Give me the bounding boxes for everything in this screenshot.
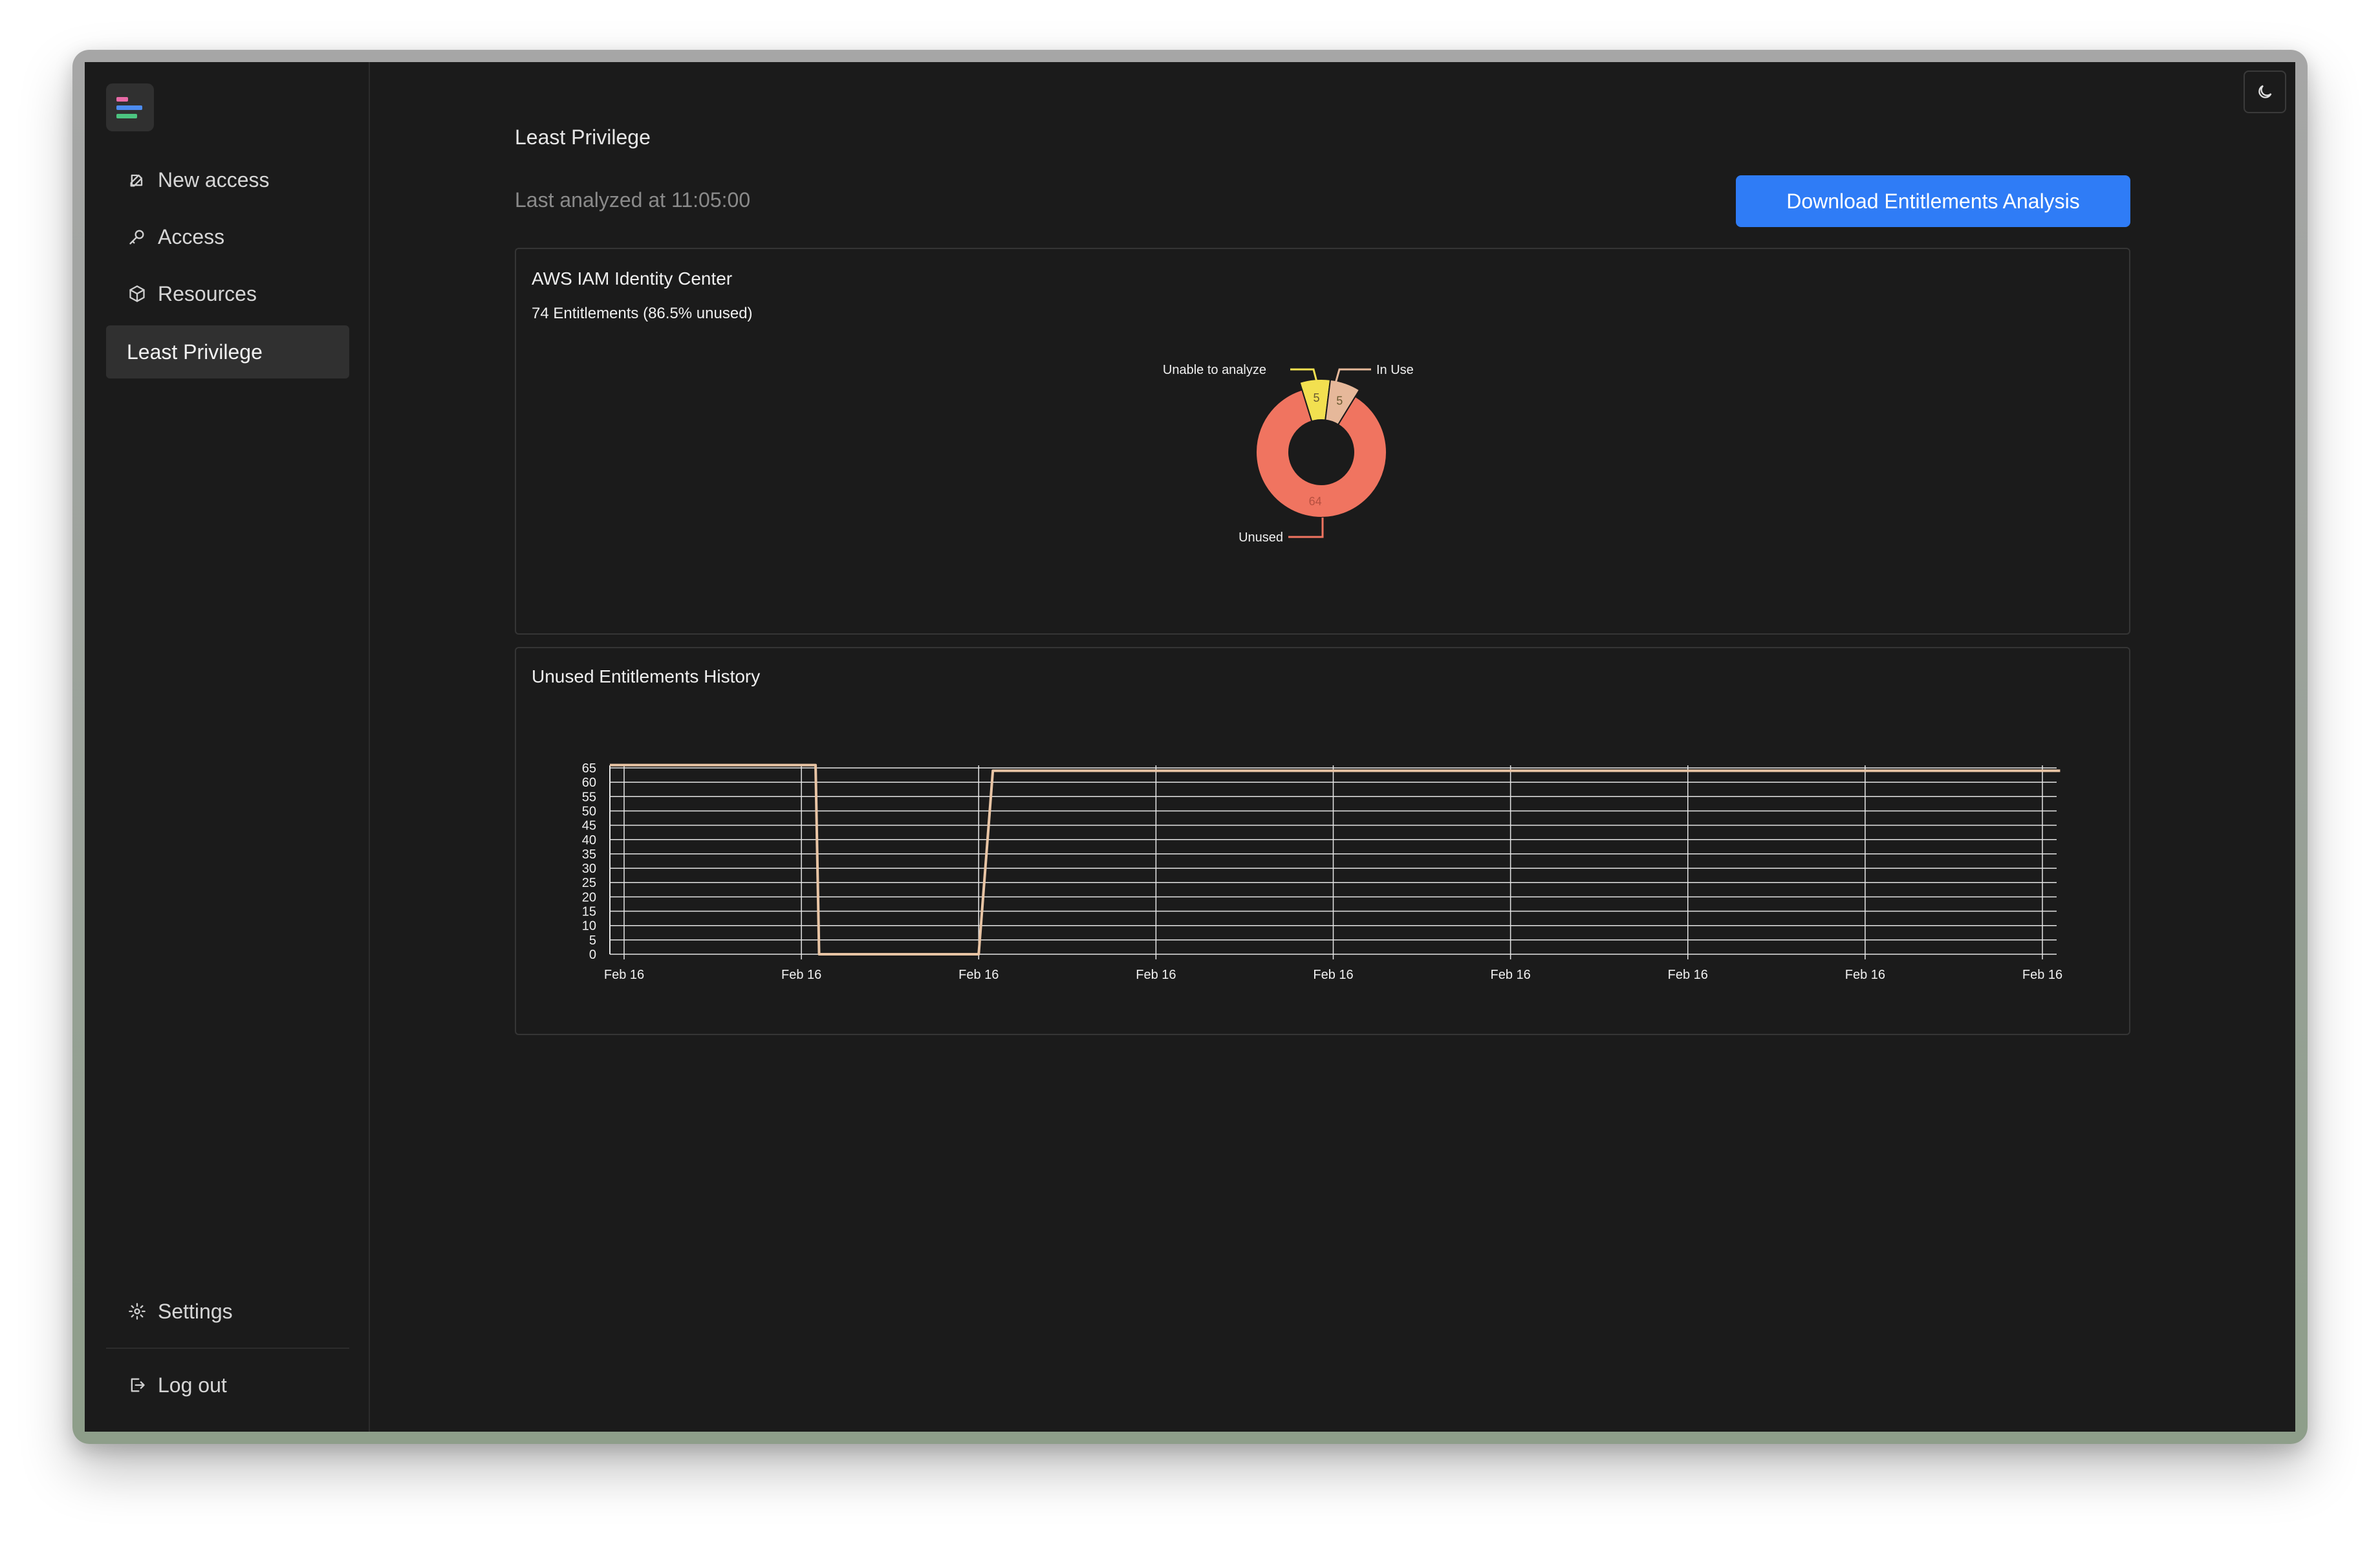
gear-icon xyxy=(127,1301,147,1322)
sidebar-item-access[interactable]: Access xyxy=(106,210,349,263)
settings-label: Settings xyxy=(158,1299,233,1323)
y-tick-label: 15 xyxy=(582,905,596,919)
sidebar-item-label: Resources xyxy=(158,281,257,305)
sidebar-item-least-privilege[interactable]: Least Privilege xyxy=(106,325,349,378)
y-tick-label: 0 xyxy=(589,948,596,962)
x-tick-label: Feb 16 xyxy=(1668,968,1708,982)
x-tick-label: Feb 16 xyxy=(1136,968,1176,982)
app-window: New access Access Resources Least Privil… xyxy=(85,62,2295,1432)
history-line-chart: 05101520253035404550556065 Feb 16 Feb 16 F… xyxy=(582,761,2062,982)
key-icon xyxy=(127,226,147,247)
last-analyzed-text: Last analyzed at 11:05:00 xyxy=(515,188,751,212)
x-tick-label: Feb 16 xyxy=(1845,968,1885,982)
x-tick-label: Feb 16 xyxy=(1313,968,1353,982)
y-tick-label: 10 xyxy=(582,919,596,934)
sidebar-item-label: New access xyxy=(158,168,270,191)
y-tick-label: 55 xyxy=(582,790,596,804)
y-tick-label: 50 xyxy=(582,804,596,818)
sidebar-item-label: Access xyxy=(158,224,225,248)
history-card: Unused Entitlements History 0 5 10 15 20 25 30… xyxy=(515,647,2130,1035)
donut-category-label: Unable to analyze xyxy=(1163,363,1266,377)
donut-category-label: Unused xyxy=(1239,530,1283,545)
y-tick-label: 45 xyxy=(582,819,596,833)
logo-bar-green xyxy=(116,113,137,118)
y-tick-label: 5 xyxy=(589,934,596,948)
x-tick-label: Feb 16 xyxy=(604,968,644,982)
y-tick-label: 35 xyxy=(582,847,596,862)
donut-value-label: 5 xyxy=(1314,391,1320,404)
cube-icon xyxy=(127,283,147,304)
x-tick-label: Feb 16 xyxy=(781,968,821,982)
entitlements-donut-chart: 5 5 64 Unable to analyze In Use Unused xyxy=(1163,363,1414,545)
logout-button[interactable]: Log out xyxy=(106,1359,349,1412)
x-tick-label: Feb 16 xyxy=(2022,968,2062,982)
logout-label: Log out xyxy=(158,1373,227,1397)
download-entitlements-button[interactable]: Download Entitlements Analysis xyxy=(1736,175,2130,227)
sidebar-divider xyxy=(106,1348,349,1349)
y-tick-label: 65 xyxy=(582,761,596,776)
app-logo[interactable] xyxy=(106,83,154,131)
donut-value-label: 5 xyxy=(1336,394,1343,407)
y-tick-label: 25 xyxy=(582,876,596,890)
edit-icon xyxy=(127,169,147,190)
donut-value-label: 64 xyxy=(1309,495,1322,508)
y-tick-label: 30 xyxy=(582,862,596,876)
donut-leader-line xyxy=(1288,518,1324,538)
sidebar: New access Access Resources Least Privil… xyxy=(85,62,370,1432)
x-tick-label: Feb 16 xyxy=(1490,968,1530,982)
logo-bar-pink xyxy=(116,96,128,102)
moon-icon xyxy=(2258,85,2272,98)
sidebar-item-new-access[interactable]: New access xyxy=(106,153,349,206)
sidebar-item-resources[interactable]: Resources xyxy=(106,267,349,320)
logo-bar-blue xyxy=(116,105,142,110)
y-tick-label: 20 xyxy=(582,890,596,904)
logout-icon xyxy=(127,1375,147,1395)
y-tick-label: 40 xyxy=(582,833,596,847)
sidebar-item-label: Least Privilege xyxy=(127,340,263,364)
settings-button[interactable]: Settings xyxy=(106,1285,349,1338)
page-title: Least Privilege xyxy=(515,126,651,149)
theme-toggle-button[interactable] xyxy=(2244,71,2286,113)
y-tick-label: 60 xyxy=(582,776,596,790)
donut-category-label: In Use xyxy=(1376,363,1414,377)
identity-center-card: AWS IAM Identity Center 74 Entitlements … xyxy=(515,248,2130,635)
x-tick-label: Feb 16 xyxy=(958,968,999,982)
